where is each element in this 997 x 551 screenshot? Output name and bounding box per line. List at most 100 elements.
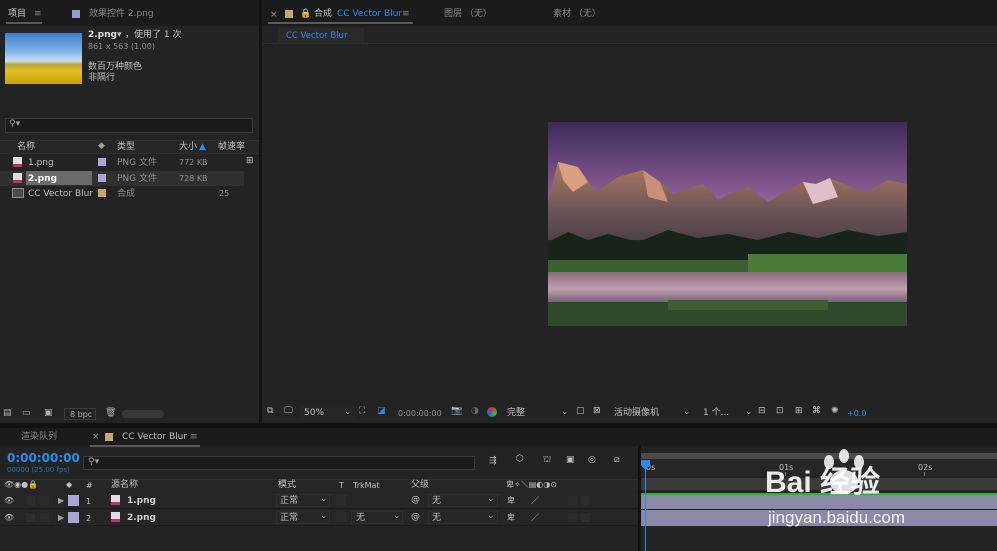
panel-menu-icon[interactable]: ≡ (190, 433, 198, 442)
graph-editor-icon[interactable]: ⧄ (614, 456, 620, 465)
hide-shy-layers-icon[interactable]: ⛫ (543, 456, 551, 465)
mask-visibility-icon[interactable]: ◪ (377, 407, 386, 416)
column-name[interactable]: 名称 (17, 143, 35, 152)
viewer-timecode[interactable]: 0:00:00:00 (398, 410, 442, 418)
show-snapshot-icon[interactable]: ◑ (471, 407, 479, 416)
flowchart-icon[interactable]: ⌘ (812, 407, 821, 416)
panel-menu-icon[interactable]: ≡ (402, 10, 410, 19)
frame-blending-icon[interactable]: ▣ (566, 456, 575, 465)
effect-switch[interactable] (568, 513, 577, 522)
layer-search-input[interactable] (83, 456, 475, 470)
shy-switch-icon[interactable]: 卑 (507, 497, 515, 505)
tab-footage[interactable]: 素材 （无） (553, 10, 601, 19)
camera-value[interactable]: 活动摄像机 (614, 409, 659, 418)
tab-composition-name[interactable]: CC Vector Blur (337, 10, 402, 19)
layer-name[interactable]: 1.png (127, 497, 156, 506)
current-timecode[interactable]: 0:00:00:00 (7, 452, 80, 464)
quality-switch-icon[interactable]: ／ (531, 514, 539, 522)
solo-switch[interactable] (40, 496, 49, 505)
av-switches-icons: 👁◉●🔒 (4, 480, 39, 489)
label-swatch[interactable] (98, 189, 106, 197)
column-parent[interactable]: 父级 (411, 481, 429, 490)
audio-switch[interactable] (26, 496, 35, 505)
expand-arrow-icon[interactable]: ▶ (58, 497, 64, 505)
tab-timeline-comp[interactable]: CC Vector Blur (122, 433, 187, 442)
label-tag-icon[interactable]: ◆ (66, 481, 72, 489)
expand-arrow-icon[interactable]: ▶ (58, 514, 64, 522)
tab-project[interactable]: 项目 (8, 10, 26, 19)
column-size[interactable]: 大小 (179, 143, 197, 152)
quality-switch-icon[interactable]: ／ (531, 497, 539, 505)
layer-name[interactable]: 2.png (127, 514, 156, 523)
label-swatch[interactable] (68, 512, 79, 523)
monitor-icon[interactable]: 🖵 (284, 407, 293, 416)
draft-3d-icon[interactable]: ⬡ (516, 455, 524, 464)
thumbnail-slider[interactable] (122, 410, 164, 418)
channel-color-icon[interactable] (487, 407, 497, 417)
fit-frame-icon[interactable]: ⛶ (359, 407, 365, 416)
lock-icon[interactable]: 🔒 (300, 10, 311, 19)
frame-blend-switch[interactable] (581, 496, 590, 505)
timeline-icon[interactable]: ⊞ (795, 407, 803, 416)
effect-switch[interactable] (568, 496, 577, 505)
visibility-eye-icon[interactable]: 👁 (4, 497, 14, 505)
column-mode[interactable]: 模式 (278, 481, 296, 490)
frame-blend-switch[interactable] (581, 513, 590, 522)
interpret-footage-icon[interactable]: ▤ (3, 409, 12, 418)
exposure-icon[interactable]: ✺ (831, 407, 839, 416)
playhead[interactable] (645, 460, 646, 551)
comp-mini-flowchart-icon[interactable]: ⇶ (489, 457, 497, 466)
column-source-name[interactable]: 源名称 (111, 481, 138, 490)
transparency-grid-icon[interactable]: ⊠ (593, 407, 601, 416)
views-value[interactable]: 1 个... (703, 409, 729, 418)
item-name: 1.png (28, 158, 54, 168)
resolution-value[interactable]: 完整 (507, 409, 525, 418)
solo-switch[interactable] (40, 513, 49, 522)
region-of-interest-icon[interactable]: ▢ (576, 407, 585, 416)
composition-viewer-image[interactable] (548, 122, 907, 326)
chevron-down-icon: ⌄ (344, 407, 352, 417)
column-fps[interactable]: 帧速率 (218, 143, 245, 152)
trash-icon[interactable]: 🗑 (105, 409, 116, 418)
close-tab-icon[interactable]: × (92, 433, 100, 442)
new-composition-icon[interactable]: ▣ (44, 409, 53, 418)
tab-render-queue[interactable]: 渲染队列 (21, 433, 57, 442)
visibility-eye-icon[interactable]: 👁 (4, 514, 14, 522)
pickwhip-icon[interactable]: @ (411, 513, 420, 522)
trkmat-select[interactable] (351, 494, 403, 507)
exposure-value[interactable]: +0.0 (847, 410, 866, 418)
tab-project-underline (6, 22, 42, 24)
label-swatch[interactable] (98, 174, 106, 182)
column-type[interactable]: 类型 (117, 143, 135, 152)
preview-dropdown-icon[interactable]: ▾ (117, 31, 122, 40)
sort-arrow-icon: ▲ (199, 142, 206, 152)
png-file-icon (111, 495, 120, 505)
comp-subtab-bar (262, 26, 997, 44)
search-icon: ⚲▾ (9, 119, 21, 129)
panel-menu-icon[interactable]: ≡ (34, 10, 42, 19)
label-swatch[interactable] (68, 495, 79, 506)
column-trkmat[interactable]: TrkMat (353, 482, 380, 490)
label-tag-icon[interactable]: ◆ (98, 142, 105, 151)
pickwhip-icon[interactable]: @ (411, 496, 420, 505)
toggle-pixel-aspect-icon[interactable]: ⊟ (758, 407, 766, 416)
preserve-transparency-switch[interactable] (336, 512, 346, 522)
audio-switch[interactable] (26, 513, 35, 522)
fast-preview-icon[interactable]: ⊡ (776, 407, 784, 416)
always-preview-icon[interactable]: ⧉ (267, 407, 273, 416)
camera-snapshot-icon[interactable]: 📷 (451, 407, 462, 416)
column-t[interactable]: T (339, 482, 344, 490)
new-folder-icon[interactable]: ▭ (22, 409, 31, 418)
close-tab-icon[interactable]: × (270, 11, 278, 20)
project-search-input[interactable] (5, 118, 253, 133)
shy-switch-icon[interactable]: 卑 (507, 514, 515, 522)
preserve-transparency-switch[interactable] (336, 495, 346, 505)
tab-layer[interactable]: 图层 （无） (444, 10, 492, 19)
flowchart-icon[interactable]: ⊞ (246, 157, 254, 166)
tab-effects-controls[interactable]: 效果控件 2.png (89, 10, 154, 19)
tab-composition-prefix[interactable]: 合成 (314, 10, 332, 19)
label-swatch[interactable] (98, 158, 106, 166)
chevron-down-icon: ⌄ (320, 511, 328, 521)
item-type: PNG 文件 (117, 174, 157, 184)
motion-blur-icon[interactable]: ◎ (588, 456, 596, 465)
